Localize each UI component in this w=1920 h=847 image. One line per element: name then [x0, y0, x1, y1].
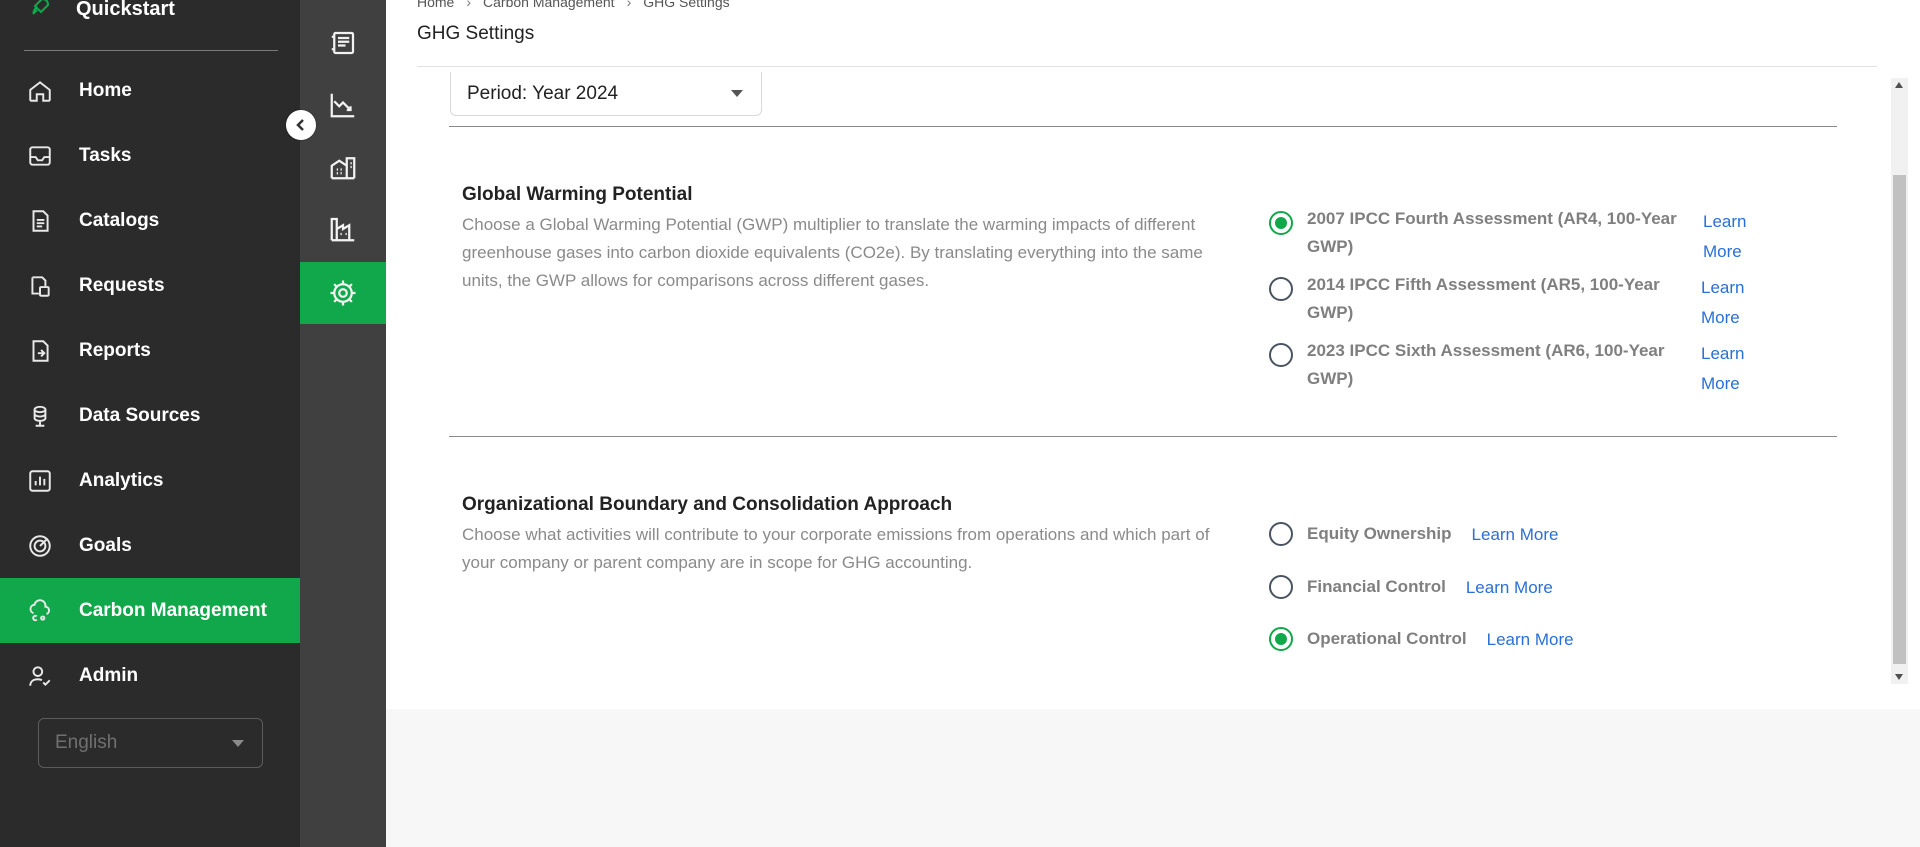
gwp-option-ar5[interactable]: 2014 IPCC Fifth Assessment (AR5, 100-Yea…	[1269, 271, 1744, 333]
radio-button[interactable]	[1269, 277, 1293, 301]
ledger-icon	[331, 31, 355, 55]
sidebar-item-tasks[interactable]: Tasks	[0, 123, 300, 188]
radio-button[interactable]	[1269, 575, 1293, 599]
sidebar-item-label: Catalogs	[79, 209, 160, 231]
language-value: English	[55, 732, 118, 753]
option-label: 2007 IPCC Fourth Assessment (AR4, 100-Ye…	[1307, 209, 1677, 256]
factory-icon	[330, 217, 355, 242]
collapse-sidebar-button[interactable]	[286, 110, 316, 140]
gwp-section-description: Choose a Global Warming Potential (GWP) …	[462, 215, 1203, 290]
database-icon	[26, 402, 54, 430]
gwp-option-ar6[interactable]: 2023 IPCC Sixth Assessment (AR6, 100-Yea…	[1269, 337, 1744, 399]
sidebar-item-admin[interactable]: Admin	[0, 643, 300, 708]
radio-button[interactable]	[1269, 211, 1293, 235]
sidebar-item-label: Admin	[79, 664, 139, 686]
page-header: Home › Carbon Management › GHG Settings …	[386, 0, 1920, 68]
rail-item-factory[interactable]	[300, 198, 386, 260]
divider	[417, 66, 1877, 67]
chevron-down-icon	[731, 90, 743, 97]
sidebar-item-reports[interactable]: Reports	[0, 318, 300, 383]
option-label: Financial Control	[1307, 577, 1446, 596]
period-value: Period: Year 2024	[467, 82, 619, 104]
sidebar-item-label: Data Sources	[79, 404, 201, 426]
sidebar-item-label: Carbon Management	[79, 599, 267, 621]
breadcrumb-home[interactable]: Home	[417, 0, 454, 10]
sidebar-item-label: Analytics	[79, 469, 164, 491]
buildings-icon	[330, 157, 356, 180]
reports-icon	[26, 337, 54, 365]
radio-button[interactable]	[1269, 627, 1293, 651]
divider	[24, 50, 278, 51]
rail-item-settings[interactable]	[300, 262, 386, 324]
learn-more-link[interactable]: Learn More	[1472, 520, 1559, 550]
scroll-down-arrow-icon[interactable]	[1895, 674, 1903, 680]
home-icon	[26, 77, 54, 105]
sidebar-item-label: Goals	[79, 534, 132, 556]
learn-more-link[interactable]: Learn More	[1701, 339, 1744, 399]
rocket-icon	[28, 0, 52, 24]
quickstart-label: Quickstart	[76, 0, 175, 20]
period-select[interactable]: Period: Year 2024	[450, 72, 762, 116]
boundary-option-equity-ownership[interactable]: Equity Ownership Learn More	[1269, 520, 1558, 550]
sidebar-item-goals[interactable]: Goals	[0, 513, 300, 578]
gear-icon	[330, 280, 356, 306]
option-label: Operational Control	[1307, 629, 1467, 648]
chevron-right-icon: ›	[626, 0, 632, 10]
main-content: Home › Carbon Management › GHG Settings …	[386, 0, 1920, 847]
scrollbar[interactable]	[1891, 78, 1908, 684]
chart-trend-icon	[330, 93, 355, 118]
learn-more-link[interactable]: Learn More	[1703, 207, 1746, 267]
option-label: 2014 IPCC Fifth Assessment (AR5, 100-Yea…	[1307, 275, 1660, 322]
sidebar-item-carbon-management[interactable]: Carbon Management	[0, 578, 300, 643]
sidebar-item-label: Tasks	[79, 144, 132, 166]
language-select[interactable]: English	[38, 718, 263, 768]
boundary-section-description: Choose what activities will contribute t…	[462, 525, 1210, 572]
sidebar-item-home[interactable]: Home	[0, 58, 300, 123]
rail-item-ledger[interactable]	[300, 12, 386, 74]
user-check-icon	[26, 662, 54, 690]
radio-button[interactable]	[1269, 522, 1293, 546]
sidebar-item-catalogs[interactable]: Catalogs	[0, 188, 300, 253]
sidebar: Quickstart Home Tasks Catalogs Requests …	[0, 0, 300, 847]
radio-button[interactable]	[1269, 343, 1293, 367]
rail-item-buildings[interactable]	[300, 136, 386, 198]
gwp-section-title: Global Warming Potential	[462, 184, 693, 205]
page-title: GHG Settings	[417, 23, 535, 44]
target-icon	[26, 532, 54, 560]
learn-more-link[interactable]: Learn More	[1466, 573, 1553, 603]
scroll-up-arrow-icon[interactable]	[1895, 82, 1903, 88]
option-label: Equity Ownership	[1307, 524, 1452, 543]
sidebar-item-analytics[interactable]: Analytics	[0, 448, 300, 513]
catalog-icon	[26, 207, 54, 235]
chevron-right-icon: ›	[466, 0, 472, 10]
sidebar-item-label: Requests	[79, 274, 165, 296]
sidebar-item-requests[interactable]: Requests	[0, 253, 300, 318]
sidebar-item-label: Reports	[79, 339, 151, 361]
quickstart-link[interactable]: Quickstart	[28, 0, 175, 24]
boundary-option-financial-control[interactable]: Financial Control Learn More	[1269, 573, 1553, 603]
inbox-icon	[26, 142, 54, 170]
scrollbar-thumb[interactable]	[1893, 175, 1906, 664]
divider	[449, 126, 1837, 127]
boundary-section-title: Organizational Boundary and Consolidatio…	[462, 494, 953, 515]
breadcrumb-carbon-management[interactable]: Carbon Management	[483, 0, 615, 10]
option-label: 2023 IPCC Sixth Assessment (AR6, 100-Yea…	[1307, 341, 1665, 388]
boundary-option-operational-control[interactable]: Operational Control Learn More	[1269, 625, 1574, 655]
chevron-down-icon	[232, 740, 244, 747]
requests-icon	[26, 272, 54, 300]
gwp-option-ar4[interactable]: 2007 IPCC Fourth Assessment (AR4, 100-Ye…	[1269, 205, 1746, 267]
analytics-icon	[26, 467, 54, 495]
sidebar-item-label: Home	[79, 79, 132, 101]
divider	[449, 436, 1837, 437]
breadcrumb: Home › Carbon Management › GHG Settings	[417, 0, 730, 10]
learn-more-link[interactable]: Learn More	[1487, 625, 1574, 655]
settings-panel: Period: Year 2024 Global Warming Potenti…	[386, 68, 1920, 709]
breadcrumb-current: GHG Settings	[643, 0, 730, 10]
sidebar-item-data-sources[interactable]: Data Sources	[0, 383, 300, 448]
chevron-left-icon	[296, 119, 304, 131]
learn-more-link[interactable]: Learn More	[1701, 273, 1744, 333]
cloud-co2-icon	[26, 597, 54, 625]
